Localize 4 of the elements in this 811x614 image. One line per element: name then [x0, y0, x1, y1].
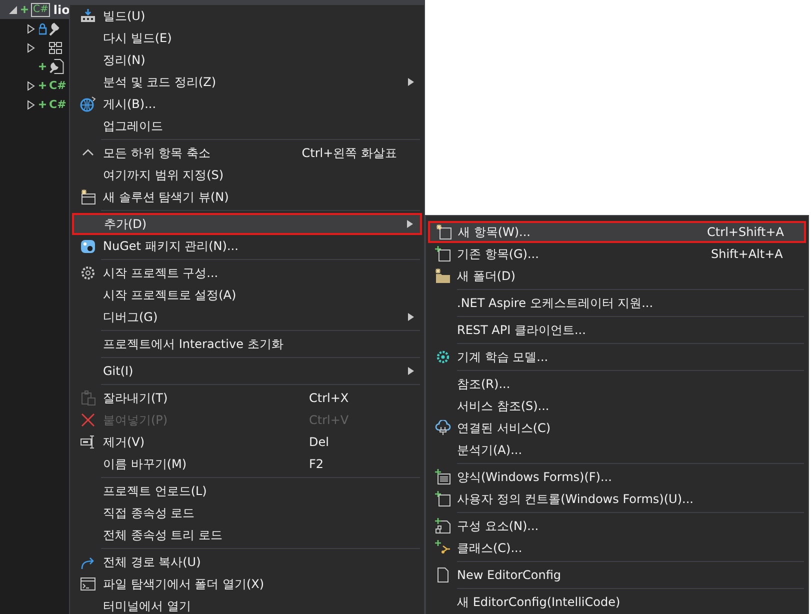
project-badge: C#	[31, 2, 50, 16]
project-name: lio	[53, 2, 70, 16]
file-type-label: C#	[49, 79, 66, 92]
file-type-label: C#	[49, 98, 66, 111]
